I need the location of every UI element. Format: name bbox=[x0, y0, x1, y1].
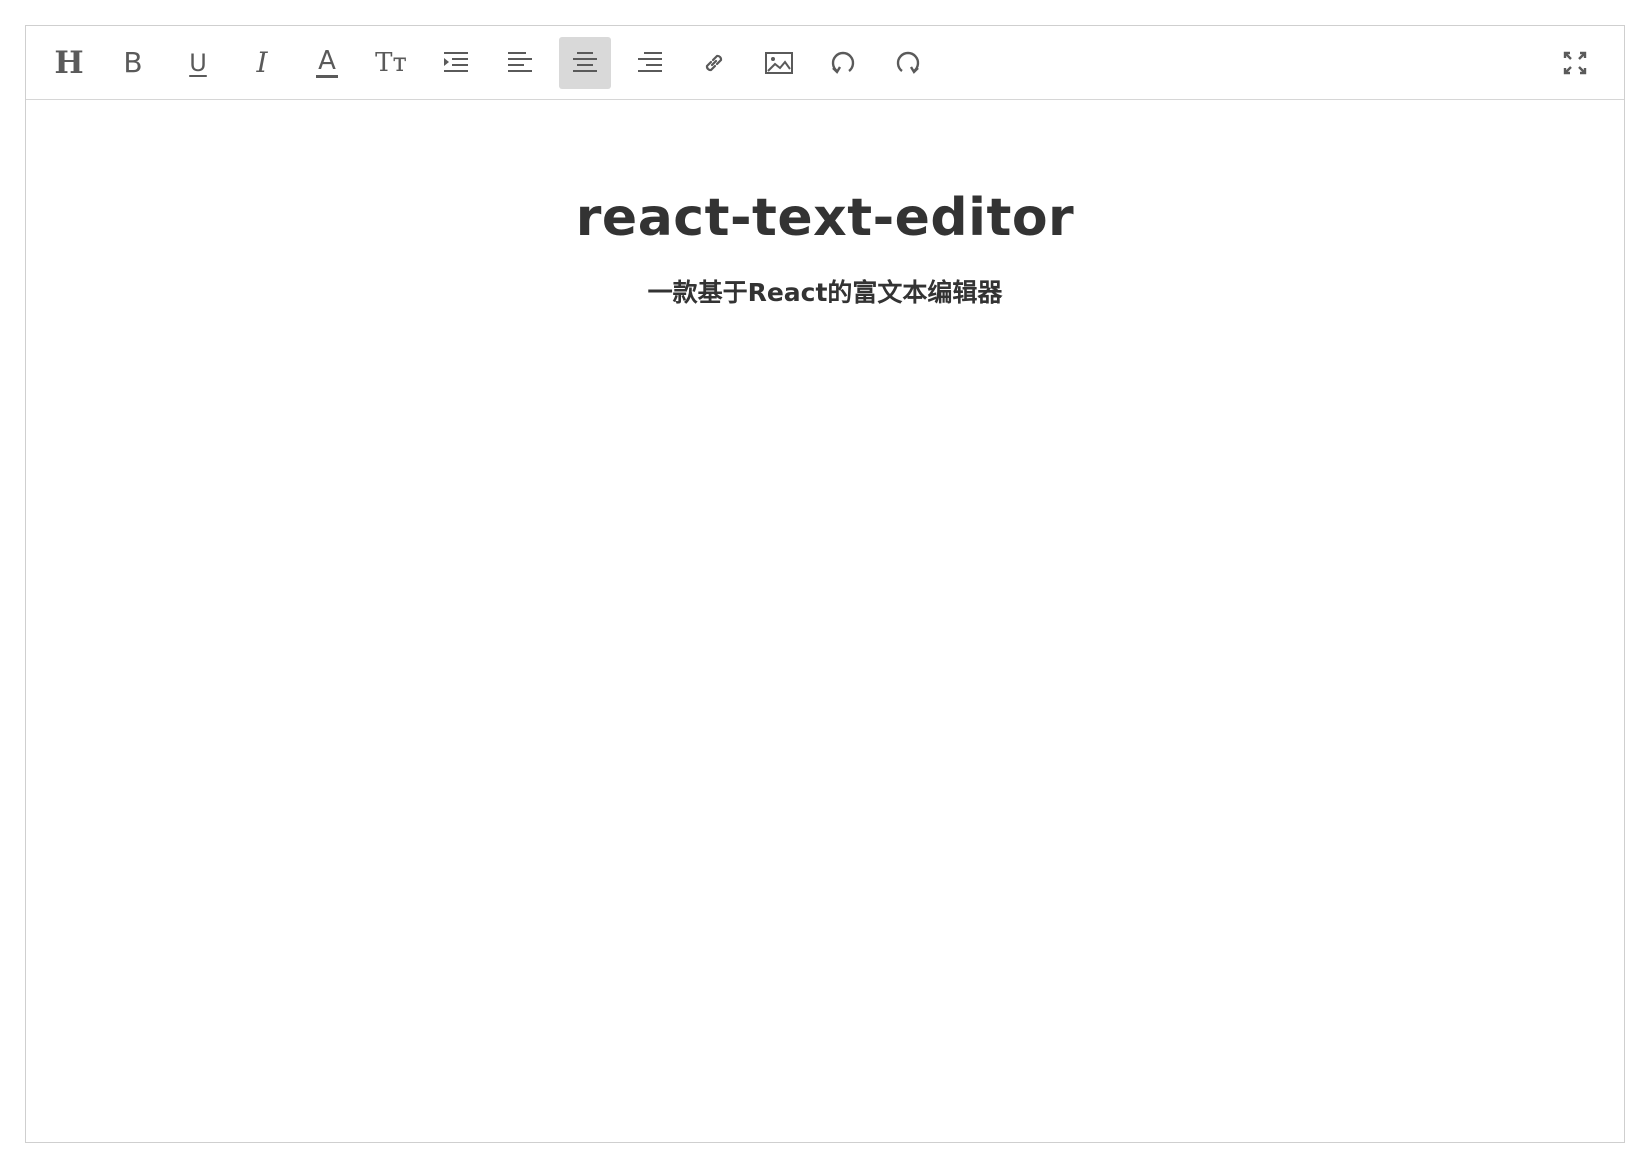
link-icon bbox=[705, 54, 723, 72]
align-right-button[interactable] bbox=[624, 37, 676, 89]
align-left-button[interactable] bbox=[494, 37, 546, 89]
italic-icon: I bbox=[256, 46, 268, 79]
editor-content[interactable]: react-text-editor 一款基于React的富文本编辑器 bbox=[26, 100, 1624, 1142]
font-size-icon: Tт bbox=[375, 48, 407, 78]
font-color-button[interactable]: A bbox=[301, 37, 353, 89]
undo-button[interactable] bbox=[817, 37, 869, 89]
redo-button[interactable] bbox=[882, 37, 934, 89]
fullscreen-icon bbox=[1563, 51, 1587, 75]
redo-icon bbox=[896, 51, 920, 74]
heading-button[interactable]: H bbox=[43, 37, 95, 89]
italic-button[interactable]: I bbox=[236, 37, 288, 89]
font-size-button[interactable]: Tт bbox=[365, 37, 417, 89]
image-icon bbox=[765, 52, 793, 74]
align-right-icon bbox=[638, 52, 662, 72]
heading-icon: H bbox=[54, 44, 84, 81]
image-button[interactable] bbox=[753, 37, 805, 89]
indent-icon bbox=[444, 52, 468, 72]
undo-icon bbox=[831, 51, 855, 74]
underline-button[interactable]: U bbox=[172, 37, 224, 89]
fullscreen-button[interactable] bbox=[1549, 37, 1601, 89]
indent-button[interactable] bbox=[430, 37, 482, 89]
align-center-icon bbox=[573, 52, 597, 72]
bold-icon: B bbox=[123, 46, 143, 79]
font-color-icon: A bbox=[316, 46, 338, 78]
rich-text-editor: H B U I A Tт react-text-editor 一款基于React… bbox=[25, 25, 1625, 1143]
document-subtitle: 一款基于React的富文本编辑器 bbox=[647, 278, 1003, 307]
editor-toolbar: H B U I A Tт bbox=[26, 26, 1624, 100]
underline-icon: U bbox=[189, 49, 207, 77]
document-title: react-text-editor bbox=[575, 188, 1075, 248]
bold-button[interactable]: B bbox=[107, 37, 159, 89]
align-left-icon bbox=[508, 52, 532, 72]
link-button[interactable] bbox=[688, 37, 740, 89]
align-center-button[interactable] bbox=[559, 37, 611, 89]
